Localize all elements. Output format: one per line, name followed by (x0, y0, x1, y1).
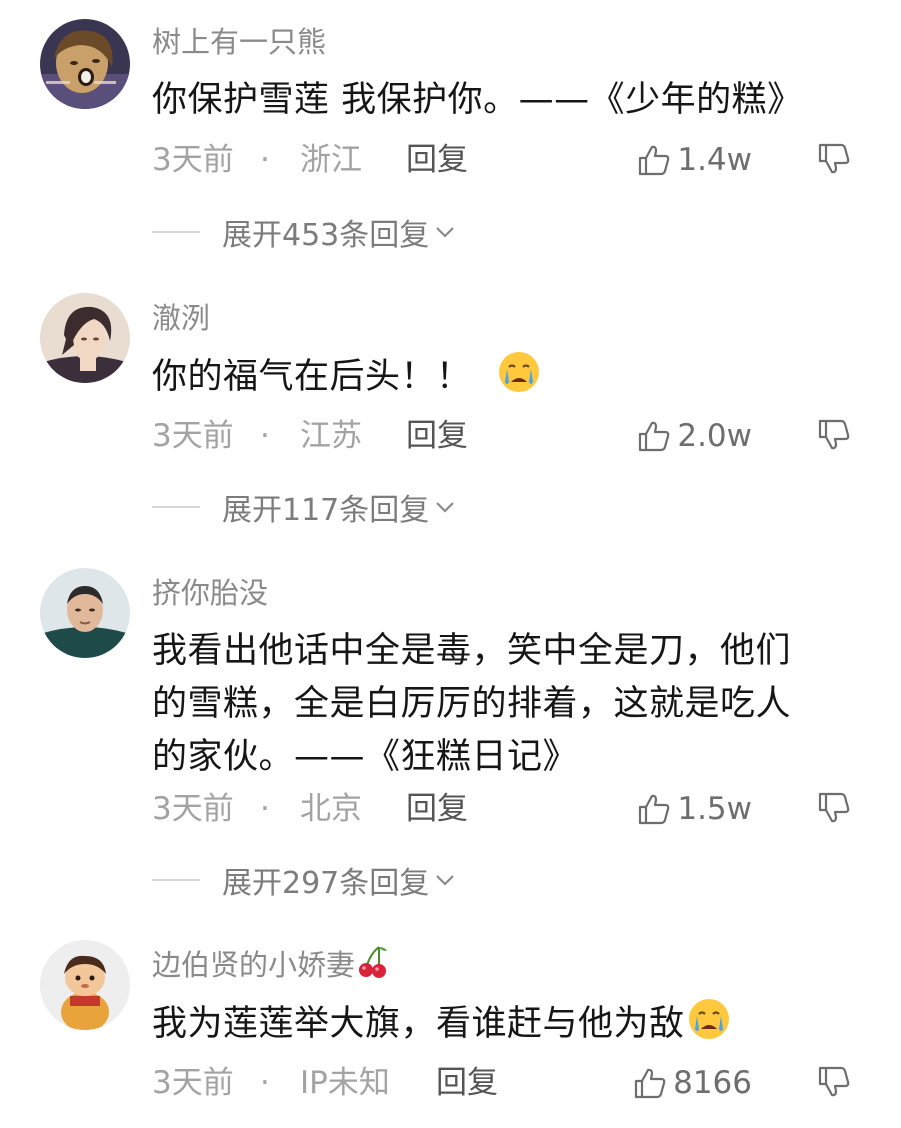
comment-meta: 3天前 · 浙江 回复 1.4w (152, 138, 852, 182)
comment-text-line: 的雪糕，全是白厉厉的排着，这就是吃人 (152, 684, 792, 724)
comment-text: 你保护雪莲 我保护你。——《少年的糕》 (152, 80, 803, 120)
username-text: 边伯贤的小娇妻 (152, 948, 356, 982)
comment-text: 我为莲莲举大旗，看谁赶与他为敌 (152, 997, 852, 1051)
like-count: 1.4w (677, 142, 752, 178)
crying-face-emoji (688, 999, 729, 1039)
comment-text-line: 我看出他话中全是毒，笑中全是刀，他们 (152, 631, 792, 671)
cherry-emoji (359, 946, 388, 978)
comment-time: 3天前 (152, 142, 234, 178)
thumbs-up-icon (639, 421, 670, 452)
username[interactable]: 挤你胎没 (152, 573, 268, 613)
like-button[interactable]: 1.5w (637, 787, 752, 831)
avatar[interactable] (40, 19, 130, 109)
reply-button[interactable]: 回复 (406, 787, 468, 831)
comment-text-line: 的家伙。——《狂糕日记》 (152, 737, 579, 777)
crying-face-emoji (499, 352, 540, 392)
comment-meta: 3天前 · IP未知 回复 8166 (152, 1061, 852, 1105)
ip-location: 江苏 (300, 418, 362, 454)
chevron-down-icon (436, 875, 455, 886)
ip-location: IP未知 (300, 1065, 390, 1101)
reply-button[interactable]: 回复 (406, 138, 468, 182)
avatar[interactable] (40, 293, 130, 383)
divider-line (152, 231, 200, 233)
username[interactable]: 树上有一只熊 (152, 22, 326, 62)
comment-time: 3天前 (152, 1065, 234, 1101)
meta-separator: · (260, 791, 270, 827)
comment-time: 3天前 (152, 791, 234, 827)
avatar[interactable] (40, 940, 130, 1030)
ip-location: 浙江 (300, 142, 362, 178)
comment-text-body: 你的福气在后头！！ (152, 357, 472, 397)
comment-text-body: 我为莲莲举大旗，看谁赶与他为敌 (152, 1004, 685, 1044)
meta-separator: · (260, 418, 270, 454)
meta-separator: · (260, 1065, 270, 1101)
meta-separator: · (260, 142, 270, 178)
like-count: 1.5w (677, 791, 752, 827)
comment-time: 3天前 (152, 418, 234, 454)
expand-replies-button[interactable]: 展开117条回复 (152, 485, 457, 529)
expand-replies-button[interactable]: 展开453条回复 (152, 210, 457, 254)
chevron-down-icon (436, 502, 455, 513)
comment-text: 你的福气在后头！！ (152, 350, 852, 404)
expand-replies-button[interactable]: 展开297条回复 (152, 858, 457, 902)
like-button[interactable]: 2.0w (637, 414, 752, 458)
thumbs-down-icon[interactable] (817, 791, 851, 825)
avatar[interactable] (40, 568, 130, 658)
like-count: 8166 (673, 1065, 752, 1101)
expand-replies-label: 展开117条回复 (222, 493, 430, 528)
chevron-down-icon (436, 227, 455, 238)
expand-replies-label: 展开453条回复 (222, 218, 430, 253)
reply-button[interactable]: 回复 (436, 1061, 498, 1105)
thumbs-up-icon (639, 145, 670, 176)
username[interactable]: 边伯贤的小娇妻 (152, 945, 389, 985)
reply-button[interactable]: 回复 (406, 414, 468, 458)
thumbs-down-icon[interactable] (817, 142, 851, 176)
comment-text: 我看出他话中全是毒，笑中全是刀，他们 的雪糕，全是白厉厉的排着，这就是吃人 的家… (152, 625, 852, 784)
thumbs-down-icon[interactable] (817, 418, 851, 452)
comment-meta: 3天前 · 北京 回复 1.5w (152, 787, 852, 831)
like-count: 2.0w (677, 418, 752, 454)
expand-replies-label: 展开297条回复 (222, 866, 430, 901)
thumbs-up-icon (639, 794, 670, 825)
divider-line (152, 506, 200, 508)
thumbs-up-icon (634, 1068, 666, 1099)
comment-meta: 3天前 · 江苏 回复 2.0w (152, 414, 852, 458)
ip-location: 北京 (300, 791, 362, 827)
username[interactable]: 澈洌 (152, 298, 210, 338)
divider-line (152, 879, 200, 881)
like-button[interactable]: 1.4w (637, 138, 752, 182)
like-button[interactable]: 8166 (633, 1061, 752, 1105)
thumbs-down-icon[interactable] (817, 1065, 851, 1099)
